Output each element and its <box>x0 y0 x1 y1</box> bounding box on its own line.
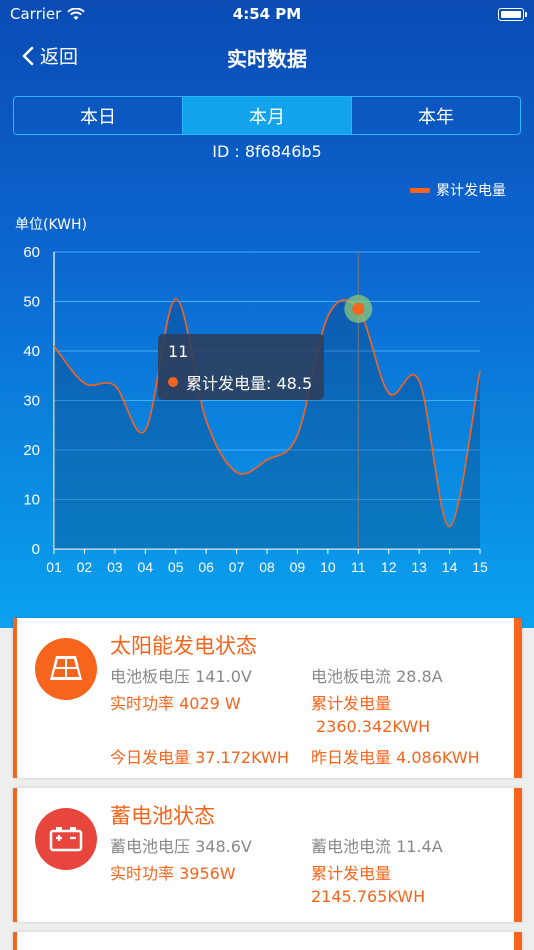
x-tick-label: 11 <box>351 559 366 575</box>
realtime-power: 实时功率 4029 W <box>110 694 241 713</box>
x-tick-label: 03 <box>107 559 123 575</box>
total-energy-label: 累计发电量 <box>311 694 392 713</box>
x-tick-label: 01 <box>46 559 62 575</box>
chart-legend[interactable]: 累计发电量 <box>410 180 506 200</box>
x-tick-label: 09 <box>290 559 306 575</box>
chart-tooltip: 11 累计发电量: 48.5 <box>158 334 324 400</box>
today-energy: 今日发电量 37.172KWH <box>110 748 289 767</box>
battery-status-icon <box>498 8 527 21</box>
tooltip-dot <box>168 377 178 387</box>
realtime-power: 实时功率 3956W <box>110 864 236 883</box>
solar-panel-icon <box>35 638 97 700</box>
x-tick-label: 07 <box>229 559 245 575</box>
period-tabs: 本日 本月 本年 <box>13 96 521 135</box>
y-tick-label: 40 <box>23 343 40 360</box>
clock: 4:54 PM <box>232 5 302 23</box>
x-tick-label: 14 <box>442 559 458 575</box>
x-tick-label: 02 <box>77 559 93 575</box>
x-tick-label: 15 <box>472 559 488 575</box>
solar-status-card: 太阳能发电状态 电池板电压 141.0V 电池板电流 28.8A 实时功率 40… <box>13 618 522 778</box>
page-title: 实时数据 <box>227 47 307 71</box>
battery-current: 蓄电池电流 11.4A <box>311 837 443 856</box>
status-bar: Carrier 4:54 PM <box>0 0 534 30</box>
device-id: ID : 8f6846b5 <box>212 142 322 161</box>
x-tick-label: 10 <box>320 559 336 575</box>
panel-current: 电池板电流 28.8A <box>311 667 443 686</box>
tooltip-label: 累计发电量: 48.5 <box>186 374 313 393</box>
y-tick-label: 20 <box>23 442 40 459</box>
y-tick-label: 30 <box>23 393 40 410</box>
tab-month[interactable]: 本月 <box>183 97 352 134</box>
total-energy-label: 累计发电量 <box>311 864 392 883</box>
y-axis-unit: 单位(KWH) <box>15 217 87 233</box>
x-tick-label: 13 <box>411 559 427 575</box>
partial-status-card <box>13 932 522 950</box>
total-energy-value: 2360.342KWH <box>316 717 431 736</box>
x-tick-label: 05 <box>168 559 184 575</box>
battery-icon <box>35 808 97 870</box>
x-tick-label: 08 <box>259 559 275 575</box>
card-title: 蓄电池状态 <box>110 804 215 828</box>
y-tick-label: 50 <box>23 294 40 311</box>
tab-day[interactable]: 本日 <box>14 97 183 134</box>
total-energy-value: 2145.765KWH <box>311 887 426 906</box>
header-area: Carrier 4:54 PM 返回 实时数据 本日 本月 本年 ID : 8f… <box>0 0 534 628</box>
y-tick-label: 0 <box>32 541 40 558</box>
tooltip-category: 11 <box>168 342 189 361</box>
battery-status-card: 蓄电池状态 蓄电池电压 348.6V 蓄电池电流 11.4A 实时功率 3956… <box>13 788 522 922</box>
legend-label: 累计发电量 <box>436 183 506 199</box>
legend-swatch <box>410 187 430 193</box>
y-tick-label: 10 <box>23 492 40 509</box>
y-tick-label: 60 <box>23 244 40 261</box>
card-title: 太阳能发电状态 <box>110 634 257 658</box>
tab-year[interactable]: 本年 <box>352 97 520 134</box>
x-tick-label: 12 <box>381 559 397 575</box>
navigation-bar: 返回 实时数据 <box>0 36 534 76</box>
energy-line-chart[interactable]: 0 10 20 30 40 50 60 01 02 03 04 05 06 07 08 09 10 11 12 13 1… <box>0 236 534 586</box>
yesterday-energy: 昨日发电量 4.086KWH <box>311 748 480 767</box>
panel-voltage: 电池板电压 141.0V <box>110 667 252 686</box>
x-tick-label: 04 <box>137 559 153 575</box>
x-tick-label: 06 <box>198 559 214 575</box>
battery-voltage: 蓄电池电压 348.6V <box>110 837 252 856</box>
highlight-point <box>352 302 365 315</box>
